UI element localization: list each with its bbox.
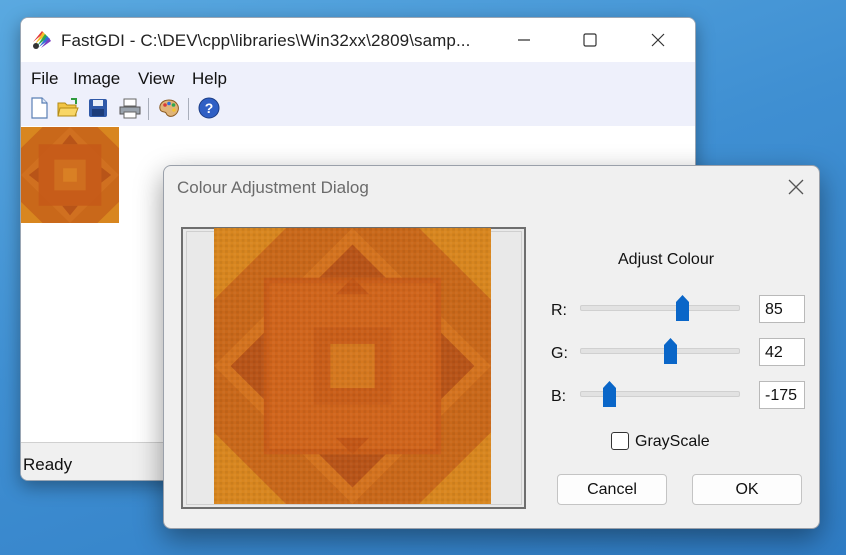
new-file-icon[interactable] <box>27 96 51 120</box>
blue-value-field[interactable]: -175 <box>759 381 805 409</box>
toolbar-separator <box>148 98 149 120</box>
slider-thumb[interactable] <box>602 380 617 408</box>
red-value-field[interactable]: 85 <box>759 295 805 323</box>
menu-view[interactable]: View <box>138 69 175 89</box>
minimize-button[interactable] <box>501 18 547 62</box>
close-icon <box>788 179 804 195</box>
dialog-close-button[interactable] <box>776 166 816 210</box>
svg-text:?: ? <box>205 100 214 116</box>
preview-image <box>214 228 491 504</box>
image-thumbnail <box>21 127 119 223</box>
green-slider[interactable] <box>580 337 740 365</box>
palette-icon[interactable] <box>157 96 181 120</box>
adjust-colour-heading: Adjust Colour <box>618 251 715 268</box>
save-disk-icon[interactable] <box>86 96 110 120</box>
status-text: Ready <box>23 455 73 474</box>
menu-file[interactable]: File <box>31 69 58 89</box>
slider-thumb[interactable] <box>675 294 690 322</box>
grayscale-checkbox[interactable] <box>611 432 629 450</box>
blue-label: B: <box>551 388 567 405</box>
colour-adjustment-dialog: Colour Adjustment Dialog Adjust Colour R… <box>163 165 820 529</box>
red-label: R: <box>551 302 567 319</box>
menu-bar: File Image View Help <box>21 62 695 92</box>
help-icon[interactable]: ? <box>197 96 221 120</box>
app-icon <box>31 28 53 50</box>
slider-thumb[interactable] <box>663 337 678 365</box>
blue-slider[interactable] <box>580 380 740 408</box>
grayscale-label: GrayScale <box>635 433 710 450</box>
toolbar: ? <box>21 92 695 127</box>
close-button[interactable] <box>635 18 681 62</box>
menu-help[interactable]: Help <box>192 69 227 89</box>
red-slider[interactable] <box>580 294 740 322</box>
printer-icon[interactable] <box>118 96 142 120</box>
maximize-button[interactable] <box>567 18 613 62</box>
cancel-button[interactable]: Cancel <box>557 474 667 505</box>
ok-button[interactable]: OK <box>692 474 802 505</box>
menu-image[interactable]: Image <box>73 69 120 89</box>
preview-frame <box>181 227 526 509</box>
dialog-title: Colour Adjustment Dialog <box>177 178 369 197</box>
green-label: G: <box>551 345 568 362</box>
toolbar-separator <box>188 98 189 120</box>
title-bar[interactable]: FastGDI - C:\DEV\cpp\libraries\Win32xx\2… <box>21 18 695 62</box>
open-folder-icon[interactable] <box>56 96 80 120</box>
window-title: FastGDI - C:\DEV\cpp\libraries\Win32xx\2… <box>61 31 471 50</box>
green-value-field[interactable]: 42 <box>759 338 805 366</box>
